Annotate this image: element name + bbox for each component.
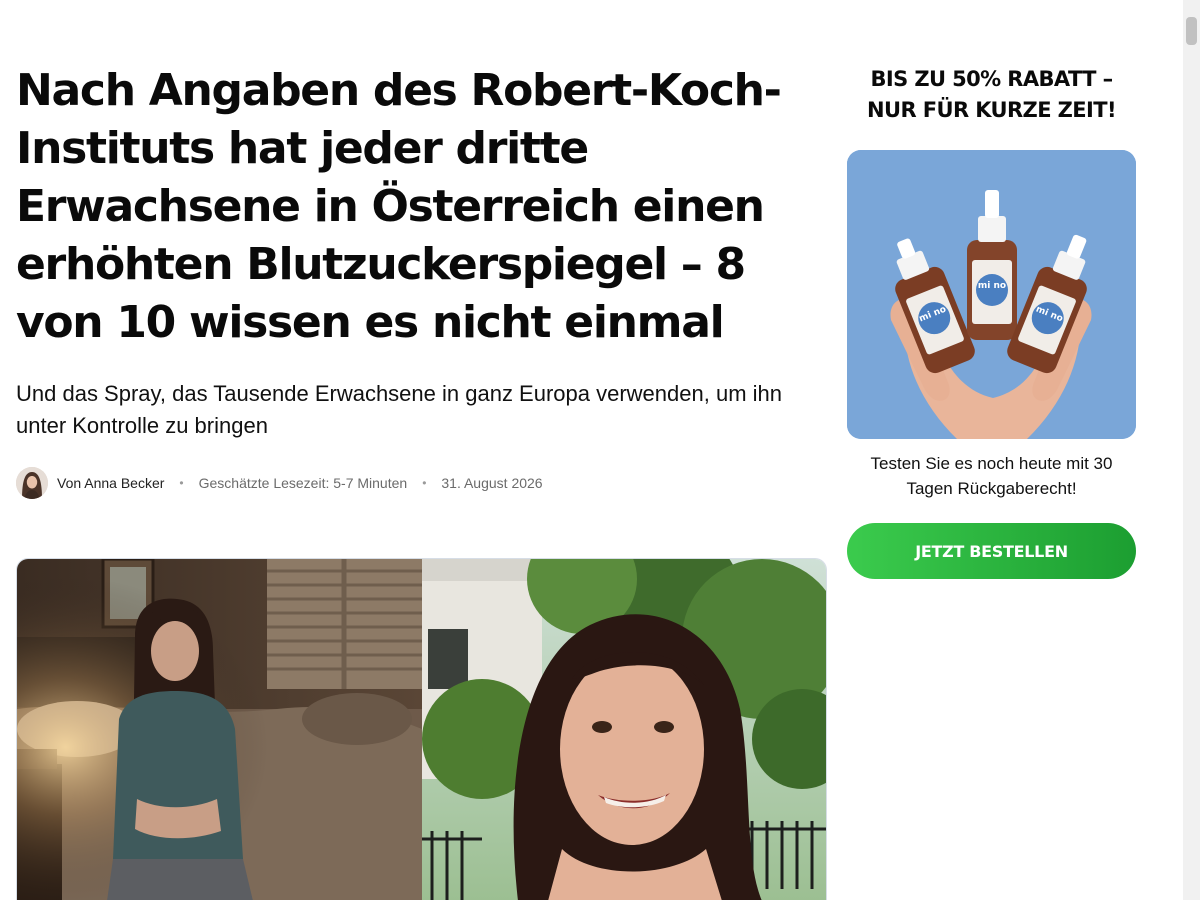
byline-separator: • [422,476,427,490]
article-subheadline: Und das Spray, das Tausende Erwachsene i… [16,381,782,438]
hero-image [16,558,827,900]
byline: Von Anna Becker • Geschätzte Lesezeit: 5… [16,466,828,500]
article-headline: Nach Angaben des Robert-Koch-Instituts h… [16,65,782,348]
byline-separator: • [179,476,184,490]
sidebar-promo: BIS ZU 50% RABATT – NUR FÜR KURZE ZEIT! … [847,64,1136,579]
promo-title: BIS ZU 50% RABATT – NUR FÜR KURZE ZEIT! [867,67,1116,122]
order-now-button[interactable]: JETZT BESTELLEN [847,523,1136,579]
scrollbar-thumb[interactable] [1186,17,1197,45]
hero-after-photo [422,559,826,900]
product-image[interactable]: mi no mi no mi no [847,150,1136,439]
author-name[interactable]: Von Anna Becker [57,475,164,491]
hero-before-photo [17,559,422,900]
promo-text: Testen Sie es noch heute mit 30 Tagen Rü… [870,454,1113,498]
page: Nach Angaben des Robert-Koch-Instituts h… [0,0,1200,900]
article: Nach Angaben des Robert-Koch-Instituts h… [16,62,828,500]
author-photo [16,467,48,499]
publish-date: 31. August 2026 [441,475,543,491]
vertical-scrollbar[interactable] [1183,0,1200,900]
brand-label: mi no [978,281,1006,291]
reading-time: Geschätzte Lesezeit: 5-7 Minuten [198,475,408,491]
author-avatar[interactable] [16,467,48,499]
